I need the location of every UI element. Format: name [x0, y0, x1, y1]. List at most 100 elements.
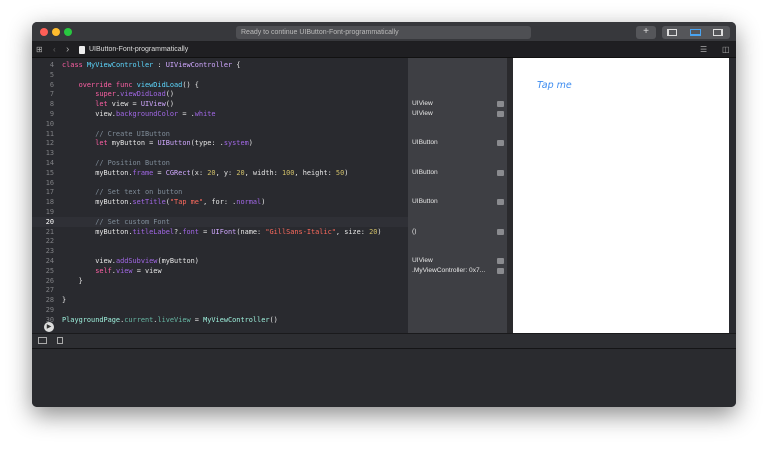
code-token: UIFont: [211, 227, 237, 236]
code-token: }: [62, 276, 83, 285]
code-token: (myButton): [157, 257, 199, 265]
result-text: .MyViewController: 0x7...: [412, 266, 486, 274]
inspector-toggle-icon[interactable]: [713, 29, 723, 36]
navigator-toggle-icon[interactable]: [667, 29, 677, 36]
code-line[interactable]: 20 // Set custom Font: [32, 216, 408, 227]
activity-status: Ready to continue UIButton-Font-programm…: [236, 26, 531, 39]
code-line[interactable]: 16: [32, 178, 408, 188]
code-token: view.: [62, 110, 116, 118]
live-view: Tap me: [513, 58, 729, 333]
add-editor-icon[interactable]: ◫: [722, 42, 730, 58]
code-line[interactable]: 24 view.addSubview(myButton): [32, 256, 408, 266]
code-line[interactable]: 9 view.backgroundColor = .white: [32, 109, 408, 119]
code-line[interactable]: 13: [32, 148, 408, 158]
adjust-editor-icon[interactable]: ☰: [700, 42, 707, 58]
code-line[interactable]: 26 }: [32, 276, 408, 286]
result-text: UIView: [412, 257, 433, 264]
code-line[interactable]: 10: [32, 119, 408, 129]
quick-look-icon[interactable]: [497, 140, 504, 147]
code-token: // Set custom Font: [62, 217, 170, 226]
quick-look-icon[interactable]: [497, 267, 504, 274]
code-token: , width:: [244, 168, 282, 177]
line-number: 24: [45, 257, 54, 265]
code-line[interactable]: 21 myButton.titleLabel?.font = UIFont(na…: [32, 227, 408, 237]
code-line[interactable]: 11 // Create UIButton: [32, 129, 408, 139]
line-number: 22: [45, 237, 54, 246]
code-line[interactable]: 28}: [32, 295, 408, 305]
code-token: view.: [62, 257, 116, 265]
code-line[interactable]: 17 // Set text on button: [32, 187, 408, 197]
minimize-button[interactable]: [52, 28, 60, 36]
line-number: 9: [49, 110, 54, 118]
code-editor[interactable]: 4 class MyViewController : UIViewControll…: [32, 58, 408, 333]
line-number: 17: [45, 188, 54, 197]
line-number: 29: [45, 306, 54, 314]
code-token: (): [269, 315, 278, 324]
code-token: ): [377, 227, 382, 236]
quick-look-icon[interactable]: [497, 199, 504, 206]
title-bar: Ready to continue UIButton-Font-programm…: [32, 22, 736, 42]
code-line[interactable]: 18 myButton.setTitle("Tap me", for: .nor…: [32, 197, 408, 207]
code-line[interactable]: 25 self.view = view: [32, 266, 408, 276]
code-token: setTitle: [132, 198, 166, 207]
add-library-button[interactable]: +: [636, 26, 656, 39]
debug-area-toggle-icon[interactable]: [690, 29, 701, 36]
code-token: font: [182, 227, 199, 236]
code-token: myButton.: [62, 198, 133, 207]
result-text: UIButton: [412, 139, 438, 147]
code-token: , height:: [294, 168, 336, 177]
close-button[interactable]: [40, 28, 48, 36]
code-token: view =: [111, 100, 141, 109]
tap-me-button[interactable]: Tap me: [537, 80, 572, 91]
code-token: frame: [132, 168, 154, 177]
code-token: =: [198, 227, 212, 236]
code-token: // Create UIButton: [62, 129, 170, 138]
code-token: let: [62, 139, 112, 148]
line-number: 13: [45, 149, 54, 158]
code-line[interactable]: 6 override func viewDidLoad() {: [32, 80, 408, 90]
quick-look-icon[interactable]: [497, 169, 504, 176]
result-item: UIButton: [412, 168, 504, 178]
console-icon[interactable]: [57, 337, 63, 344]
back-chevron-icon[interactable]: ‹: [53, 42, 56, 58]
code-line[interactable]: 23: [32, 246, 408, 256]
quick-look-icon[interactable]: [497, 228, 504, 235]
quick-look-icon[interactable]: [497, 258, 504, 264]
result-item: UIButton: [412, 138, 504, 148]
code-token: (name:: [236, 227, 266, 236]
debug-console[interactable]: [32, 349, 736, 407]
breadcrumb-file[interactable]: UIButton-Font-programmatically: [89, 42, 188, 58]
code-token: "GillSans-Italic": [265, 227, 336, 236]
code-line[interactable]: 4 class MyViewController : UIViewControll…: [32, 60, 408, 70]
code-token: PlaygroundPage: [62, 315, 121, 324]
code-line[interactable]: 7 super.viewDidLoad(): [32, 89, 408, 99]
run-button[interactable]: ▶: [44, 322, 54, 332]
quick-look-icon[interactable]: [497, 101, 504, 108]
hide-debug-icon[interactable]: [38, 337, 47, 344]
code-token: () {: [182, 80, 199, 89]
code-token: white: [194, 110, 216, 118]
forward-chevron-icon[interactable]: ›: [66, 42, 69, 58]
line-number: 5: [49, 70, 54, 79]
code-line[interactable]: 8 let view = UIView(): [32, 99, 408, 109]
code-token: 100: [281, 168, 295, 177]
grid-icon[interactable]: ⊞: [36, 42, 43, 58]
code-token: backgroundColor: [115, 110, 179, 118]
result-item: UIView: [412, 109, 504, 119]
line-number: 8: [49, 100, 54, 109]
code-line[interactable]: 29: [32, 305, 408, 315]
code-line[interactable]: 22: [32, 236, 408, 246]
code-line[interactable]: 12 let myButton = UIButton(type: .system…: [32, 138, 408, 148]
line-number: 21: [45, 227, 54, 236]
code-line[interactable]: 14 // Position Button: [32, 158, 408, 168]
code-token: addSubview: [115, 257, 158, 265]
quick-look-icon[interactable]: [497, 111, 504, 117]
code-line[interactable]: 27: [32, 285, 408, 295]
line-number: 12: [45, 139, 54, 148]
code-line[interactable]: 5: [32, 70, 408, 80]
zoom-button[interactable]: [64, 28, 72, 36]
code-line[interactable]: 30 PlaygroundPage.current.liveView = MyVi…: [32, 315, 408, 325]
line-number: 19: [45, 208, 54, 216]
code-line[interactable]: 19: [32, 207, 408, 217]
code-line[interactable]: 15 myButton.frame = CGRect(x: 20, y: 20,…: [32, 168, 408, 178]
